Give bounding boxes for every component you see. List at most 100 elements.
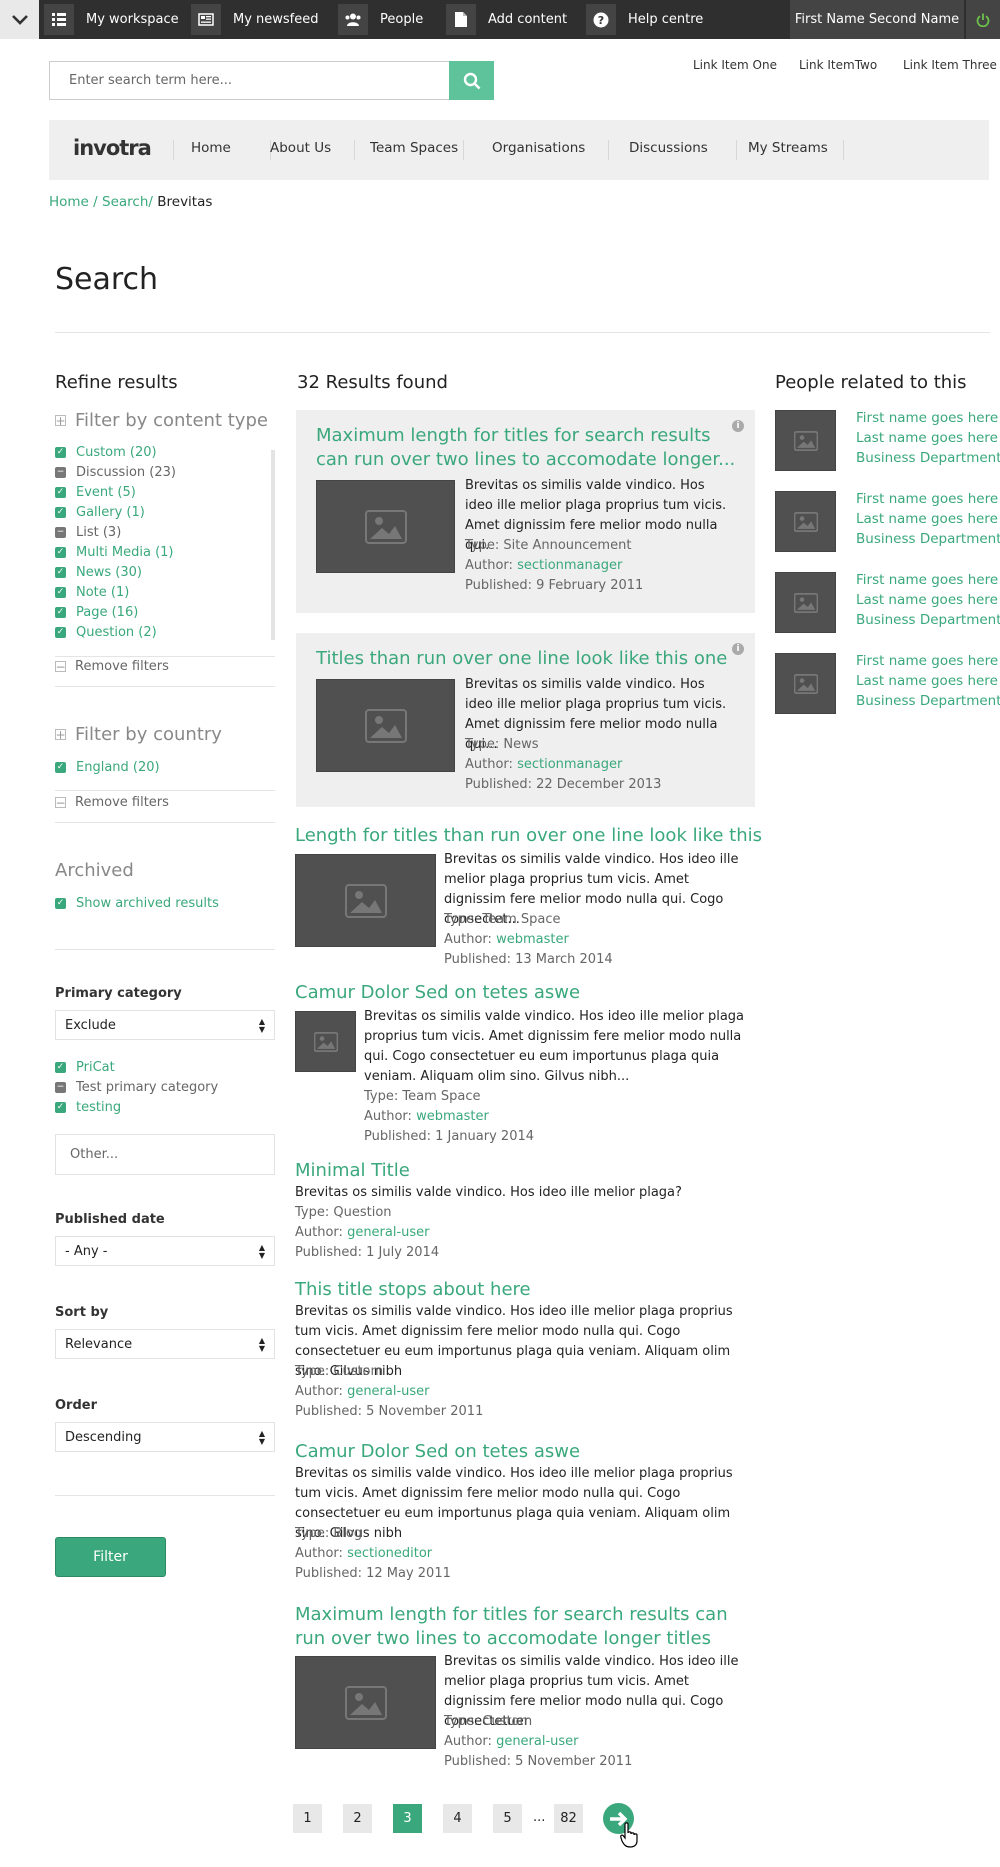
add-content-link[interactable]: Add content [446, 0, 567, 39]
person-department[interactable]: Business Department [856, 529, 1000, 549]
page-button-last[interactable]: 82 [554, 1804, 583, 1833]
filter-checkbox[interactable]: ✓Question (2) [55, 622, 176, 642]
result-title-link[interactable]: Maximum length for titles for search res… [316, 424, 736, 472]
filter-checkbox[interactable]: ✓PriCat [55, 1057, 218, 1077]
result-title-link[interactable]: Length for titles than run over one line… [295, 824, 762, 848]
person-first-name[interactable]: First name goes here [856, 570, 1000, 590]
filter-button[interactable]: Filter [55, 1537, 166, 1577]
my-workspace-label: My workspace [86, 12, 179, 27]
power-icon[interactable] [966, 0, 1000, 39]
filter-checkbox[interactable]: ✓Note (1) [55, 582, 176, 602]
person-last-name[interactable]: Last name goes here [856, 428, 1000, 448]
filter-checkbox[interactable]: ✓Gallery (1) [55, 502, 176, 522]
author-link[interactable]: general-user [347, 1225, 429, 1240]
person-first-name[interactable]: First name goes here [856, 651, 1000, 671]
result-title-link[interactable]: Titles than run over one line look like … [316, 647, 736, 671]
filter-checkbox[interactable]: ✓testing [55, 1097, 218, 1117]
other-category-input[interactable]: Other... [55, 1134, 275, 1175]
result-thumbnail[interactable] [316, 480, 455, 573]
avatar[interactable] [775, 572, 836, 633]
avatar[interactable] [775, 653, 836, 714]
people-link[interactable]: People [338, 0, 423, 39]
checkbox-label: Question (2) [76, 625, 157, 640]
result-thumbnail[interactable] [316, 679, 455, 772]
top-link-two[interactable]: Link ItemTwo [799, 58, 877, 72]
author-link[interactable]: webmaster [496, 932, 569, 947]
author-link[interactable]: general-user [347, 1384, 429, 1399]
search-button[interactable] [449, 61, 494, 100]
breadcrumb-search[interactable]: Search/ [102, 194, 153, 210]
checkbox-checked-icon: ✓ [55, 567, 66, 578]
chevron-down-icon[interactable] [0, 0, 39, 39]
author-link[interactable]: sectioneditor [347, 1546, 432, 1561]
order-select[interactable]: Descending ▲▼ [55, 1422, 275, 1452]
primary-category-select[interactable]: Exclude ▲▼ [55, 1010, 275, 1040]
search-input[interactable]: Enter search term here... [49, 61, 450, 100]
breadcrumb-home[interactable]: Home / [49, 194, 98, 210]
page-button[interactable]: 1 [293, 1804, 322, 1833]
my-newsfeed-link[interactable]: My newsfeed [191, 0, 319, 39]
result-title-link[interactable]: This title stops about here [295, 1278, 531, 1302]
filter-checkbox[interactable]: ✓News (30) [55, 562, 176, 582]
content-type-list: ✓Custom (20) −Discussion (23) ✓Event (5)… [55, 442, 176, 642]
person-department[interactable]: Business Department [856, 610, 1000, 630]
filter-checkbox[interactable]: ✓Multi Media (1) [55, 542, 176, 562]
info-icon[interactable]: i [732, 643, 744, 655]
author-link[interactable]: sectionmanager [517, 757, 622, 772]
my-workspace-link[interactable]: My workspace [44, 0, 179, 39]
author-link[interactable]: general-user [496, 1734, 578, 1749]
person-last-name[interactable]: Last name goes here [856, 509, 1000, 529]
filter-content-type-toggle[interactable]: + Filter by content type [55, 410, 268, 431]
nav-item-my-streams[interactable]: My Streams [748, 140, 828, 156]
page-button-current[interactable]: 3 [393, 1804, 422, 1833]
result-thumbnail[interactable] [295, 854, 436, 947]
person-first-name[interactable]: First name goes here [856, 489, 1000, 509]
remove-filters-link[interactable]: − Remove filters [55, 659, 169, 674]
filter-checkbox[interactable]: −Discussion (23) [55, 462, 176, 482]
logo[interactable]: invotra [73, 136, 151, 160]
filter-scrollbar[interactable] [271, 450, 275, 640]
top-link-three[interactable]: Link Item Three [903, 58, 997, 72]
filter-checkbox[interactable]: −List (3) [55, 522, 176, 542]
result-title-link[interactable]: Camur Dolor Sed on tetes aswe [295, 1440, 580, 1464]
show-archived-checkbox[interactable]: ✓Show archived results [55, 893, 219, 913]
page-button[interactable]: 2 [343, 1804, 372, 1833]
avatar[interactable] [775, 491, 836, 552]
result-thumbnail[interactable] [295, 1656, 436, 1749]
filter-checkbox[interactable]: ✓Page (16) [55, 602, 176, 622]
result-title-link[interactable]: Minimal Title [295, 1159, 410, 1183]
filter-checkbox[interactable]: −Test primary category [55, 1077, 218, 1097]
result-title-link[interactable]: Camur Dolor Sed on tetes aswe [295, 981, 580, 1005]
nav-item-team-spaces[interactable]: Team Spaces [370, 140, 458, 156]
top-link-one[interactable]: Link Item One [693, 58, 777, 72]
avatar[interactable] [775, 410, 836, 471]
published-date-select[interactable]: - Any - ▲▼ [55, 1236, 275, 1266]
filter-country-toggle[interactable]: + Filter by country [55, 724, 222, 745]
remove-filters-link[interactable]: − Remove filters [55, 795, 169, 810]
result-thumbnail[interactable] [295, 1011, 356, 1072]
result-author: Author: sectioneditor [295, 1544, 432, 1564]
filter-checkbox[interactable]: ✓England (20) [55, 757, 160, 777]
help-centre-link[interactable]: ? Help centre [586, 0, 703, 39]
result-card: Minimal Title Brevitas os similis valde … [295, 1159, 755, 1259]
person-last-name[interactable]: Last name goes here [856, 671, 1000, 691]
filter-checkbox[interactable]: ✓Event (5) [55, 482, 176, 502]
sort-by-select[interactable]: Relevance ▲▼ [55, 1329, 275, 1359]
checkbox-label: Multi Media (1) [76, 545, 174, 560]
nav-item-discussions[interactable]: Discussions [629, 140, 708, 156]
filter-checkbox[interactable]: ✓Custom (20) [55, 442, 176, 462]
info-icon[interactable]: i [732, 420, 744, 432]
person-first-name[interactable]: First name goes here [856, 408, 1000, 428]
person-last-name[interactable]: Last name goes here [856, 590, 1000, 610]
author-link[interactable]: sectionmanager [517, 558, 622, 573]
author-link[interactable]: webmaster [416, 1109, 489, 1124]
person-department[interactable]: Business Department [856, 448, 1000, 468]
nav-item-home[interactable]: Home [191, 140, 231, 156]
page-button[interactable]: 5 [493, 1804, 522, 1833]
nav-item-about-us[interactable]: About Us [270, 140, 331, 156]
result-title-link[interactable]: Maximum length for titles for search res… [295, 1603, 755, 1651]
page-button[interactable]: 4 [443, 1804, 472, 1833]
user-menu[interactable]: First Name Second Name [790, 0, 964, 39]
nav-item-organisations[interactable]: Organisations [492, 140, 585, 156]
person-department[interactable]: Business Department [856, 691, 1000, 711]
